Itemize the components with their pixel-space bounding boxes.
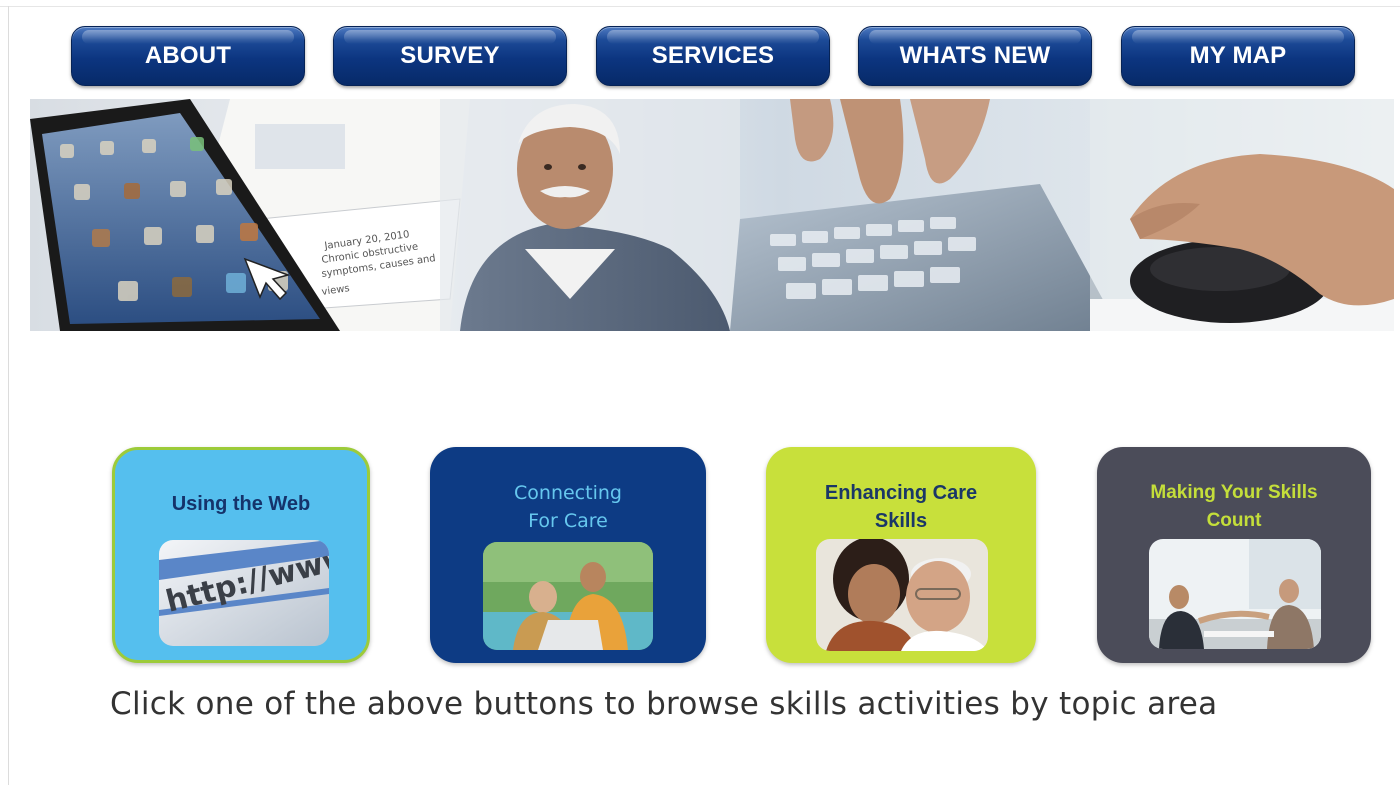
http-address-bar-image: http://www <box>159 540 329 646</box>
topic-making-your-skills-count-title: Making Your Skills Count <box>1097 479 1371 535</box>
topic-using-the-web-title: Using the Web <box>171 493 311 515</box>
topic-connecting-for-care-button[interactable]: Connecting For Care <box>430 447 706 663</box>
senior-man-photo <box>440 99 740 331</box>
nav-whats-new-button[interactable]: WHATS NEW <box>858 26 1092 86</box>
nav-survey-label: SURVEY <box>400 42 500 69</box>
topic-enhancing-care-skills-button[interactable]: Enhancing Care Skills <box>766 447 1036 663</box>
nav-about-label: ABOUT <box>144 42 232 69</box>
topic-using-the-web-button[interactable]: Using the Web http://www <box>112 447 370 663</box>
handshake-meeting-image <box>1149 539 1321 649</box>
nav-about-button[interactable]: ABOUT <box>71 26 305 86</box>
topic-connecting-line-1: Connecting <box>514 482 622 504</box>
nav-services-label: SERVICES <box>651 42 775 69</box>
topic-connecting-line-2: For Care <box>528 510 608 532</box>
topic-making-your-skills-count-button[interactable]: Making Your Skills Count <box>1097 447 1371 663</box>
topic-enhancing-line-1: Enhancing Care <box>824 482 978 504</box>
instruction-text: Click one of the above buttons to browse… <box>110 686 1218 722</box>
nav-whats-new-label: WHATS NEW <box>899 42 1051 69</box>
topic-enhancing-care-skills-title: Enhancing Care Skills <box>766 479 1036 535</box>
nav-my-map-label: MY MAP <box>1189 42 1287 69</box>
topic-connecting-for-care-title: Connecting For Care <box>430 479 706 535</box>
topic-skills-line-1: Making Your Skills <box>1150 482 1318 503</box>
two-men-laptop-image <box>483 542 653 650</box>
caregiver-senior-image <box>816 539 988 651</box>
hand-mouse-photo <box>1090 99 1394 331</box>
page-left-border <box>8 6 9 785</box>
topic-skills-line-2: Count <box>1206 510 1262 531</box>
banner-collage: January 20, 2010 Chronic obstructive sym… <box>30 99 1394 331</box>
nav-my-map-button[interactable]: MY MAP <box>1121 26 1355 86</box>
nav-services-button[interactable]: SERVICES <box>596 26 830 86</box>
topic-enhancing-line-2: Skills <box>874 510 928 532</box>
hero-banner-image: January 20, 2010 Chronic obstructive sym… <box>30 99 1394 331</box>
main-nav: ABOUT SURVEY SERVICES WHATS NEW MY MAP <box>0 0 1400 95</box>
nav-survey-button[interactable]: SURVEY <box>333 26 567 86</box>
